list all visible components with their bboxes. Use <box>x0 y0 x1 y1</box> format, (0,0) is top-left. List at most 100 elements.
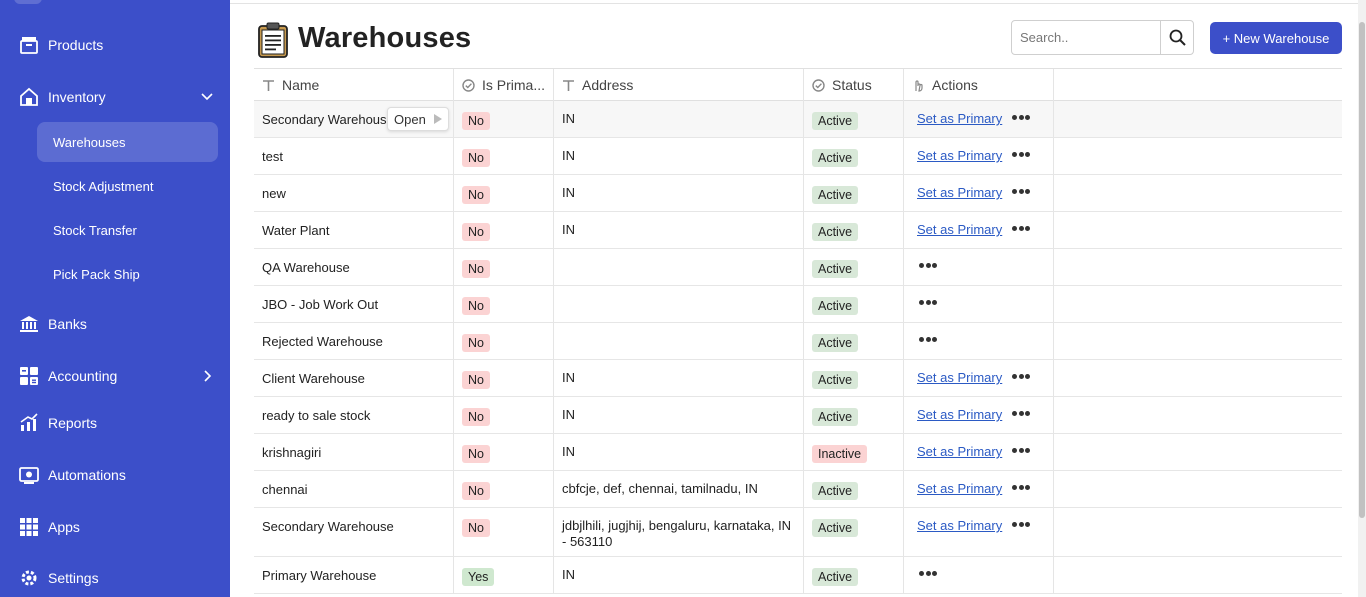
more-options-icon[interactable] <box>1012 114 1031 121</box>
check-circle-icon <box>812 78 825 92</box>
is-primary-badge: No <box>462 334 490 352</box>
set-as-primary-link[interactable]: Set as Primary <box>917 222 1002 237</box>
cell-address: IN <box>554 138 804 174</box>
sidebar-subitem-stock-adjustment[interactable]: Stock Adjustment <box>37 166 218 206</box>
is-primary-badge: No <box>462 371 490 389</box>
cell-name: Water Plant <box>254 212 454 248</box>
table-row[interactable]: new No IN Active Set as Primary <box>254 175 1342 212</box>
column-header-is-primary[interactable]: Is Prima... <box>454 69 554 101</box>
more-options-icon[interactable] <box>1012 521 1031 528</box>
column-header-address[interactable]: Address <box>554 69 804 101</box>
sidebar: Products Inventory Warehouses Stock Adju… <box>0 0 230 597</box>
cell-name: Rejected Warehouse <box>254 323 454 359</box>
cell-actions: Set as Primary <box>904 434 1054 470</box>
is-primary-badge: No <box>462 186 490 204</box>
column-header-name[interactable]: Name <box>254 69 454 101</box>
sidebar-item-accounting[interactable]: Accounting <box>0 356 230 396</box>
sidebar-subitem-warehouses[interactable]: Warehouses <box>37 122 218 162</box>
cell-address: IN <box>554 397 804 433</box>
more-options-icon[interactable] <box>1012 151 1031 158</box>
sidebar-subitem-stock-transfer[interactable]: Stock Transfer <box>37 210 218 250</box>
sidebar-item-label: Apps <box>48 519 80 535</box>
warehouse-name: Primary Warehouse <box>262 568 377 583</box>
box-icon <box>19 35 39 55</box>
scrollbar[interactable] <box>1358 0 1366 597</box>
more-options-icon[interactable] <box>919 262 937 269</box>
grid-icon <box>19 517 39 537</box>
cell-name: Client Warehouse <box>254 360 454 396</box>
sidebar-subitem-pick-pack-ship[interactable]: Pick Pack Ship <box>37 254 218 294</box>
table-row[interactable]: Secondary Warehous Open No IN Active Set as P… <box>254 101 1342 138</box>
cell-address: IN <box>554 212 804 248</box>
table-row[interactable]: Client Warehouse No IN Active Set as Primary <box>254 360 1342 397</box>
cell-actions: Set as Primary <box>904 175 1054 211</box>
set-as-primary-link[interactable]: Set as Primary <box>917 370 1002 385</box>
more-options-icon[interactable] <box>1012 484 1031 491</box>
sidebar-item-label: Inventory <box>48 89 106 105</box>
set-as-primary-link[interactable]: Set as Primary <box>917 407 1002 422</box>
set-as-primary-link[interactable]: Set as Primary <box>917 185 1002 200</box>
table-row[interactable]: QA Warehouse No Active <box>254 249 1342 286</box>
pointer-hand-icon <box>912 79 925 92</box>
sidebar-item-products[interactable]: Products <box>0 25 230 65</box>
sidebar-item-banks[interactable]: Banks <box>0 304 230 344</box>
sidebar-item-reports[interactable]: Reports <box>0 403 230 443</box>
table-row[interactable]: Primary Warehouse Yes IN Active <box>254 557 1342 594</box>
new-warehouse-button[interactable]: + New Warehouse <box>1210 22 1342 54</box>
cell-address <box>554 249 804 285</box>
cell-actions: Set as Primary <box>904 508 1054 556</box>
status-badge: Active <box>812 568 859 586</box>
table-row[interactable]: JBO - Job Work Out No Active <box>254 286 1342 323</box>
is-primary-badge: No <box>462 445 490 463</box>
is-primary-badge: Yes <box>462 568 495 586</box>
table-row[interactable]: ready to sale stock No IN Active Set as Prim… <box>254 397 1342 434</box>
more-options-icon[interactable] <box>1012 225 1031 232</box>
cell-is-primary: No <box>454 360 554 396</box>
cell-status: Active <box>804 557 904 593</box>
set-as-primary-link[interactable]: Set as Primary <box>917 444 1002 459</box>
table-row[interactable]: Rejected Warehouse No Active <box>254 323 1342 360</box>
cell-address <box>554 286 804 322</box>
open-row-button[interactable]: Open <box>387 107 449 131</box>
more-options-icon[interactable] <box>919 336 937 343</box>
more-options-icon[interactable] <box>1012 447 1031 454</box>
more-options-icon[interactable] <box>1012 410 1031 417</box>
status-badge: Active <box>812 408 859 426</box>
search-input[interactable] <box>1011 20 1161 55</box>
set-as-primary-link[interactable]: Set as Primary <box>917 481 1002 496</box>
sidebar-logo-stub[interactable] <box>14 0 42 4</box>
column-header-actions[interactable]: Actions <box>904 69 1054 101</box>
cell-actions: Set as Primary <box>904 212 1054 248</box>
table-row[interactable]: Water Plant No IN Active Set as Primary <box>254 212 1342 249</box>
more-options-icon[interactable] <box>1012 188 1031 195</box>
more-options-icon[interactable] <box>919 570 937 577</box>
set-as-primary-link[interactable]: Set as Primary <box>917 148 1002 163</box>
more-options-icon[interactable] <box>919 299 937 306</box>
scrollbar-thumb[interactable] <box>1359 22 1365 518</box>
sidebar-item-settings[interactable]: Settings <box>0 558 230 597</box>
column-header-status[interactable]: Status <box>804 69 904 101</box>
warehouse-name: JBO - Job Work Out <box>262 297 379 312</box>
address-text: IN <box>562 407 575 422</box>
set-as-primary-link[interactable]: Set as Primary <box>917 518 1002 533</box>
sidebar-item-inventory[interactable]: Inventory <box>0 77 230 117</box>
automation-icon <box>19 465 39 485</box>
table-row[interactable]: Secondary Warehouse No jdbjlhili, jugjhij,… <box>254 508 1342 557</box>
cell-actions <box>904 286 1054 322</box>
table-row[interactable]: krishnagiri No IN Inactive Set as Primary <box>254 434 1342 471</box>
cell-is-primary: No <box>454 323 554 359</box>
cell-actions: Set as Primary <box>904 471 1054 507</box>
sidebar-item-label: Banks <box>48 316 87 332</box>
table-row[interactable]: test No IN Active Set as Primary <box>254 138 1342 175</box>
search-button[interactable] <box>1160 20 1194 55</box>
is-primary-badge: No <box>462 223 490 241</box>
table-row[interactable]: chennai No cbfcje, def, chennai, tamilnadu… <box>254 471 1342 508</box>
more-options-icon[interactable] <box>1012 373 1031 380</box>
set-as-primary-link[interactable]: Set as Primary <box>917 111 1002 126</box>
address-text: IN <box>562 444 575 459</box>
cell-name: QA Warehouse <box>254 249 454 285</box>
cell-status: Active <box>804 286 904 322</box>
sidebar-item-apps[interactable]: Apps <box>0 507 230 547</box>
cell-actions: Set as Primary <box>904 360 1054 396</box>
sidebar-item-automations[interactable]: Automations <box>0 455 230 495</box>
